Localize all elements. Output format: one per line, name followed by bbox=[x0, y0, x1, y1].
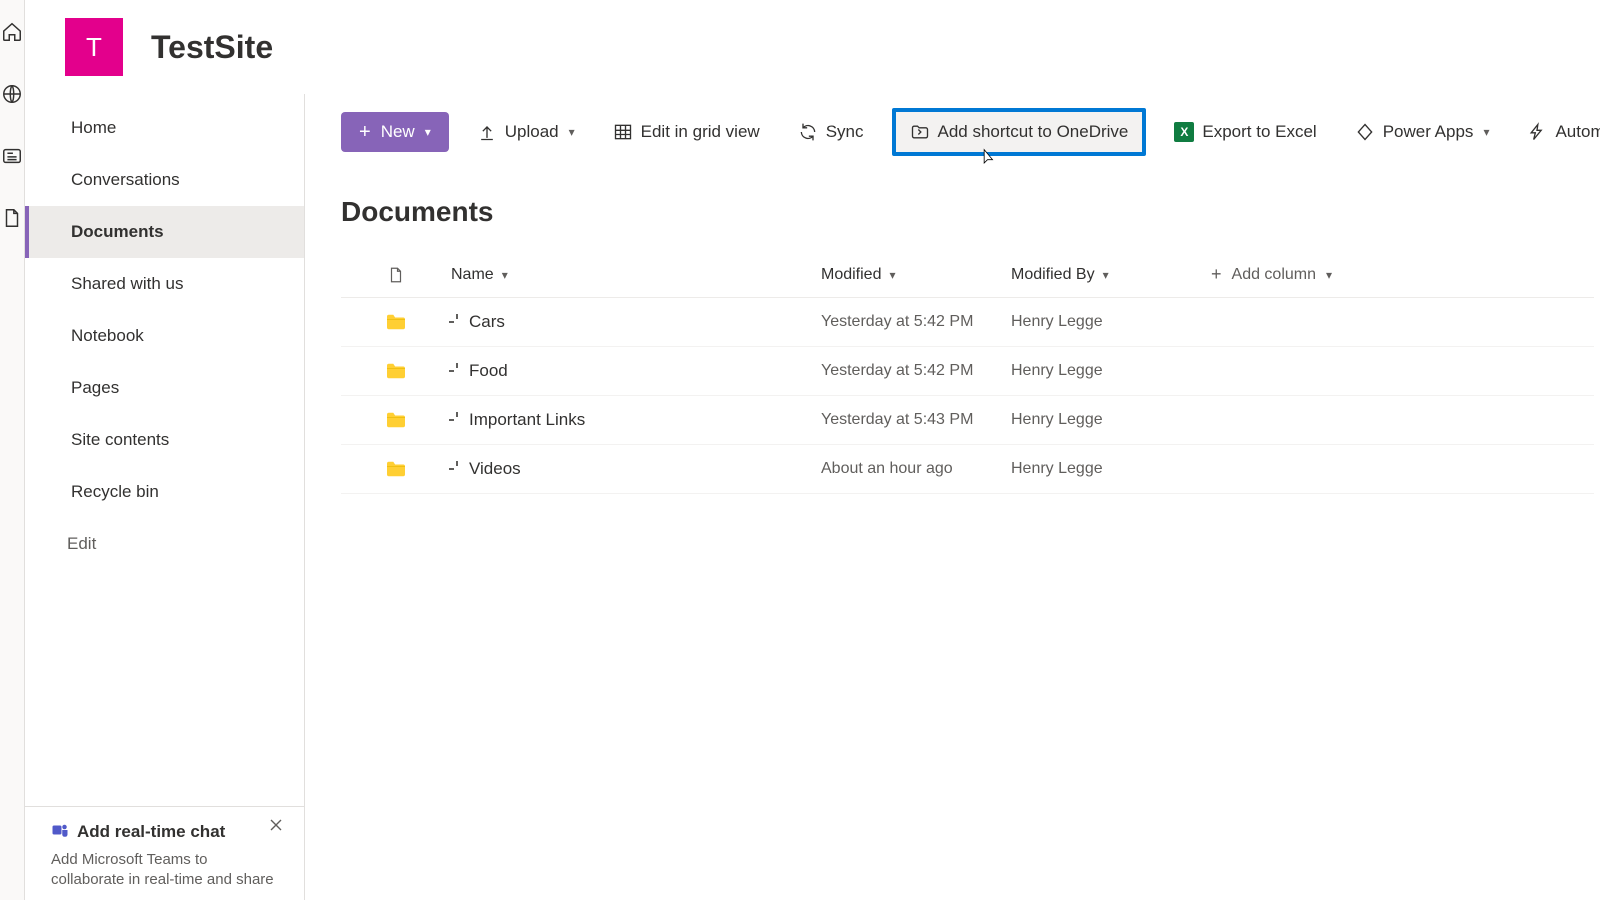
nav-home[interactable]: Home bbox=[25, 102, 304, 154]
col-modified[interactable]: Modified ▾ bbox=[821, 266, 1011, 284]
close-icon[interactable] bbox=[268, 817, 284, 838]
chevron-down-icon: ▾ bbox=[502, 268, 508, 282]
sync-icon bbox=[798, 122, 818, 142]
edit-grid-label: Edit in grid view bbox=[641, 122, 760, 142]
promo-desc: Add Microsoft Teams to collaborate in re… bbox=[51, 850, 278, 891]
automate-icon bbox=[1527, 122, 1547, 142]
file-icon bbox=[387, 265, 405, 285]
page-title: Documents bbox=[341, 196, 1600, 228]
teams-icon bbox=[51, 821, 69, 844]
upload-label: Upload bbox=[505, 122, 559, 142]
export-excel-button[interactable]: X Export to Excel bbox=[1164, 114, 1326, 150]
col-modified-by[interactable]: Modified By ▾ bbox=[1011, 266, 1211, 284]
loading-icon bbox=[451, 316, 463, 328]
nav-pages[interactable]: Pages bbox=[25, 362, 304, 414]
site-logo[interactable]: T bbox=[65, 18, 123, 76]
left-nav: Home Conversations Documents Shared with… bbox=[25, 94, 305, 900]
nav-conversations[interactable]: Conversations bbox=[25, 154, 304, 206]
table-header: Name ▾ Modified ▾ Modified By ▾ + bbox=[341, 252, 1594, 298]
nav-edit-link[interactable]: Edit bbox=[25, 518, 304, 570]
nav-site-contents[interactable]: Site contents bbox=[25, 414, 304, 466]
upload-icon bbox=[477, 122, 497, 142]
new-button[interactable]: + New ▾ bbox=[341, 112, 449, 152]
row-name: Important Links bbox=[469, 410, 585, 430]
table-row[interactable]: Videos About an hour ago Henry Legge bbox=[341, 445, 1594, 494]
news-icon[interactable] bbox=[0, 144, 24, 168]
export-excel-label: Export to Excel bbox=[1202, 122, 1316, 142]
nav-recycle-bin[interactable]: Recycle bin bbox=[25, 466, 304, 518]
chevron-down-icon: ▾ bbox=[1326, 268, 1332, 282]
table-row[interactable]: Important Links Yesterday at 5:43 PM Hen… bbox=[341, 396, 1594, 445]
automate-button[interactable]: Automate ▾ bbox=[1517, 114, 1600, 150]
sync-label: Sync bbox=[826, 122, 864, 142]
add-shortcut-onedrive-button[interactable]: Add shortcut to OneDrive bbox=[892, 108, 1147, 156]
cursor-icon bbox=[980, 148, 1000, 173]
chevron-down-icon: ▾ bbox=[569, 125, 575, 139]
row-modified-by: Henry Legge bbox=[1011, 362, 1211, 380]
row-modified-by: Henry Legge bbox=[1011, 313, 1211, 331]
chevron-down-icon: ▾ bbox=[1103, 268, 1109, 282]
automate-label: Automate bbox=[1555, 122, 1600, 142]
row-modified: Yesterday at 5:42 PM bbox=[821, 362, 1011, 380]
power-apps-label: Power Apps bbox=[1383, 122, 1474, 142]
powerapps-icon bbox=[1355, 122, 1375, 142]
edit-grid-button[interactable]: Edit in grid view bbox=[603, 114, 770, 150]
table-row[interactable]: Cars Yesterday at 5:42 PM Henry Legge bbox=[341, 298, 1594, 347]
upload-button[interactable]: Upload ▾ bbox=[467, 114, 585, 150]
row-name: Food bbox=[469, 361, 508, 381]
folder-icon bbox=[385, 460, 407, 478]
nav-documents[interactable]: Documents bbox=[25, 206, 304, 258]
excel-icon: X bbox=[1174, 122, 1194, 142]
row-modified: Yesterday at 5:42 PM bbox=[821, 313, 1011, 331]
folder-shortcut-icon bbox=[910, 122, 930, 142]
table-row[interactable]: Food Yesterday at 5:42 PM Henry Legge bbox=[341, 347, 1594, 396]
sync-button[interactable]: Sync bbox=[788, 114, 874, 150]
col-modified-label: Modified bbox=[821, 266, 881, 284]
col-name[interactable]: Name ▾ bbox=[451, 266, 821, 284]
row-modified: Yesterday at 5:43 PM bbox=[821, 411, 1011, 429]
row-modified-by: Henry Legge bbox=[1011, 411, 1211, 429]
plus-icon: + bbox=[1211, 264, 1222, 285]
nav-notebook[interactable]: Notebook bbox=[25, 310, 304, 362]
row-name: Videos bbox=[469, 459, 521, 479]
power-apps-button[interactable]: Power Apps ▾ bbox=[1345, 114, 1500, 150]
document-icon[interactable] bbox=[0, 206, 24, 230]
home-icon[interactable] bbox=[0, 20, 24, 44]
globe-icon[interactable] bbox=[0, 82, 24, 106]
row-modified: About an hour ago bbox=[821, 460, 1011, 478]
folder-icon bbox=[385, 313, 407, 331]
site-title[interactable]: TestSite bbox=[151, 29, 273, 66]
col-type-icon[interactable] bbox=[341, 265, 451, 285]
app-rail bbox=[0, 0, 25, 900]
command-bar: + New ▾ Upload ▾ Edit in grid view bbox=[341, 94, 1600, 170]
chevron-down-icon: ▾ bbox=[1483, 125, 1489, 139]
nav-shared[interactable]: Shared with us bbox=[25, 258, 304, 310]
folder-icon bbox=[385, 362, 407, 380]
col-name-label: Name bbox=[451, 266, 494, 284]
add-shortcut-label: Add shortcut to OneDrive bbox=[938, 122, 1129, 142]
chevron-down-icon: ▾ bbox=[889, 268, 895, 282]
add-column-button[interactable]: + Add column ▾ bbox=[1211, 264, 1594, 285]
col-modified-by-label: Modified By bbox=[1011, 266, 1095, 284]
row-modified-by: Henry Legge bbox=[1011, 460, 1211, 478]
promo-title: Add real-time chat bbox=[77, 822, 225, 842]
site-header: T TestSite bbox=[25, 0, 1600, 94]
loading-icon bbox=[451, 365, 463, 377]
add-column-label: Add column bbox=[1232, 266, 1317, 284]
loading-icon bbox=[451, 414, 463, 426]
loading-icon bbox=[451, 463, 463, 475]
grid-icon bbox=[613, 122, 633, 142]
folder-icon bbox=[385, 411, 407, 429]
chevron-down-icon: ▾ bbox=[425, 125, 431, 139]
plus-icon: + bbox=[359, 122, 371, 142]
documents-table: Name ▾ Modified ▾ Modified By ▾ + bbox=[341, 252, 1594, 494]
new-button-label: New bbox=[381, 122, 415, 142]
teams-promo: Add real-time chat Add Microsoft Teams t… bbox=[25, 806, 304, 900]
row-name: Cars bbox=[469, 312, 505, 332]
